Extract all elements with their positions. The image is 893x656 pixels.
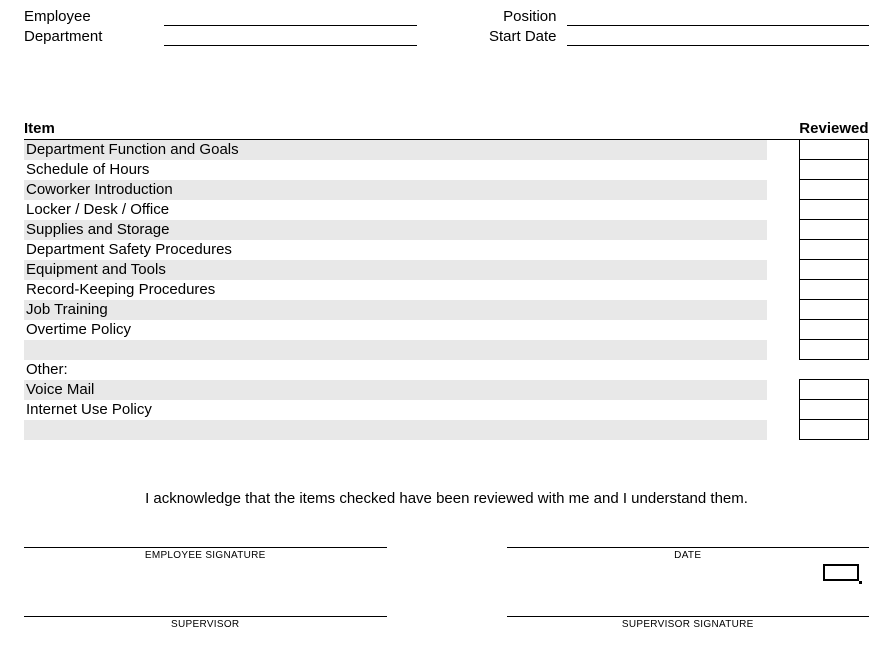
header-item: Item: [24, 118, 767, 140]
header-reviewed: Reviewed: [799, 118, 868, 140]
checklist-table: Item Reviewed Department Function and Go…: [24, 118, 869, 440]
corner-marker-icon: [823, 564, 859, 581]
item-cell: Locker / Desk / Office: [24, 200, 767, 220]
table-row: Equipment and Tools: [24, 260, 869, 280]
reviewed-checkbox[interactable]: [799, 380, 868, 400]
employee-label: Employee: [24, 8, 164, 26]
employee-signature-cell: EMPLOYEE SIGNATURE: [24, 547, 387, 561]
acknowledgement-text: I acknowledge that the items checked hav…: [24, 490, 869, 507]
item-cell: Department Safety Procedures: [24, 240, 767, 260]
item-cell: Overtime Policy: [24, 320, 767, 340]
header-left-column: Employee Department: [24, 8, 417, 48]
item-cell: Department Function and Goals: [24, 140, 767, 160]
department-field-row: Department: [24, 28, 417, 46]
table-row: [24, 420, 869, 440]
table-row: Schedule of Hours: [24, 160, 869, 180]
item-cell: [24, 420, 767, 440]
employee-signature-line[interactable]: EMPLOYEE SIGNATURE: [24, 547, 387, 561]
item-cell: Job Training: [24, 300, 767, 320]
table-row: Supplies and Storage: [24, 220, 869, 240]
position-input-line[interactable]: [567, 8, 870, 26]
reviewed-checkbox[interactable]: [799, 300, 868, 320]
reviewed-checkbox[interactable]: [799, 420, 868, 440]
item-cell: Coworker Introduction: [24, 180, 767, 200]
table-header-row: Item Reviewed: [24, 118, 869, 140]
supervisor-label: SUPERVISOR: [171, 619, 239, 630]
reviewed-checkbox[interactable]: [799, 260, 868, 280]
other-label: Other:: [24, 360, 767, 380]
table-row: Voice Mail: [24, 380, 869, 400]
position-label: Position: [477, 8, 567, 26]
employee-signature-label: EMPLOYEE SIGNATURE: [145, 550, 266, 561]
header-fields: Employee Department Position Start Date: [24, 8, 869, 48]
start-date-input-line[interactable]: [567, 28, 870, 46]
item-cell: Record-Keeping Procedures: [24, 280, 767, 300]
date-label: DATE: [674, 550, 701, 561]
item-cell: Supplies and Storage: [24, 220, 767, 240]
reviewed-checkbox[interactable]: [799, 220, 868, 240]
department-label: Department: [24, 28, 164, 46]
department-input-line[interactable]: [164, 28, 417, 46]
supervisor-signature-label: SUPERVISOR SIGNATURE: [622, 619, 754, 630]
employee-field-row: Employee: [24, 8, 417, 26]
date-line[interactable]: DATE: [507, 547, 870, 561]
table-row: Overtime Policy: [24, 320, 869, 340]
table-row: Record-Keeping Procedures: [24, 280, 869, 300]
supervisor-line[interactable]: SUPERVISOR: [24, 616, 387, 630]
reviewed-checkbox[interactable]: [799, 280, 868, 300]
table-row: Department Safety Procedures: [24, 240, 869, 260]
item-cell: [24, 340, 767, 360]
start-date-field-row: Start Date: [477, 28, 870, 46]
employee-input-line[interactable]: [164, 8, 417, 26]
item-cell: Equipment and Tools: [24, 260, 767, 280]
table-row: [24, 340, 869, 360]
reviewed-checkbox[interactable]: [799, 160, 868, 180]
reviewed-checkbox[interactable]: [799, 400, 868, 420]
reviewed-checkbox[interactable]: [799, 240, 868, 260]
table-row: Locker / Desk / Office: [24, 200, 869, 220]
start-date-label: Start Date: [477, 28, 567, 46]
position-field-row: Position: [477, 8, 870, 26]
other-label-row: Other:: [24, 360, 869, 380]
table-row: Coworker Introduction: [24, 180, 869, 200]
item-cell: Internet Use Policy: [24, 400, 767, 420]
header-right-column: Position Start Date: [477, 8, 870, 48]
table-row: Job Training: [24, 300, 869, 320]
signature-row-2: SUPERVISOR SUPERVISOR SIGNATURE: [24, 616, 869, 630]
table-row: Department Function and Goals: [24, 140, 869, 160]
reviewed-checkbox[interactable]: [799, 140, 868, 160]
supervisor-cell: SUPERVISOR: [24, 616, 387, 630]
date-cell: DATE: [507, 547, 870, 561]
reviewed-checkbox[interactable]: [799, 200, 868, 220]
signature-row-1: EMPLOYEE SIGNATURE DATE: [24, 547, 869, 561]
item-cell: Voice Mail: [24, 380, 767, 400]
header-gap: [767, 118, 799, 140]
item-cell: Schedule of Hours: [24, 160, 767, 180]
table-row: Internet Use Policy: [24, 400, 869, 420]
supervisor-signature-cell: SUPERVISOR SIGNATURE: [507, 616, 870, 630]
reviewed-checkbox[interactable]: [799, 180, 868, 200]
reviewed-checkbox[interactable]: [799, 340, 868, 360]
reviewed-checkbox[interactable]: [799, 320, 868, 340]
supervisor-signature-line[interactable]: SUPERVISOR SIGNATURE: [507, 616, 870, 630]
